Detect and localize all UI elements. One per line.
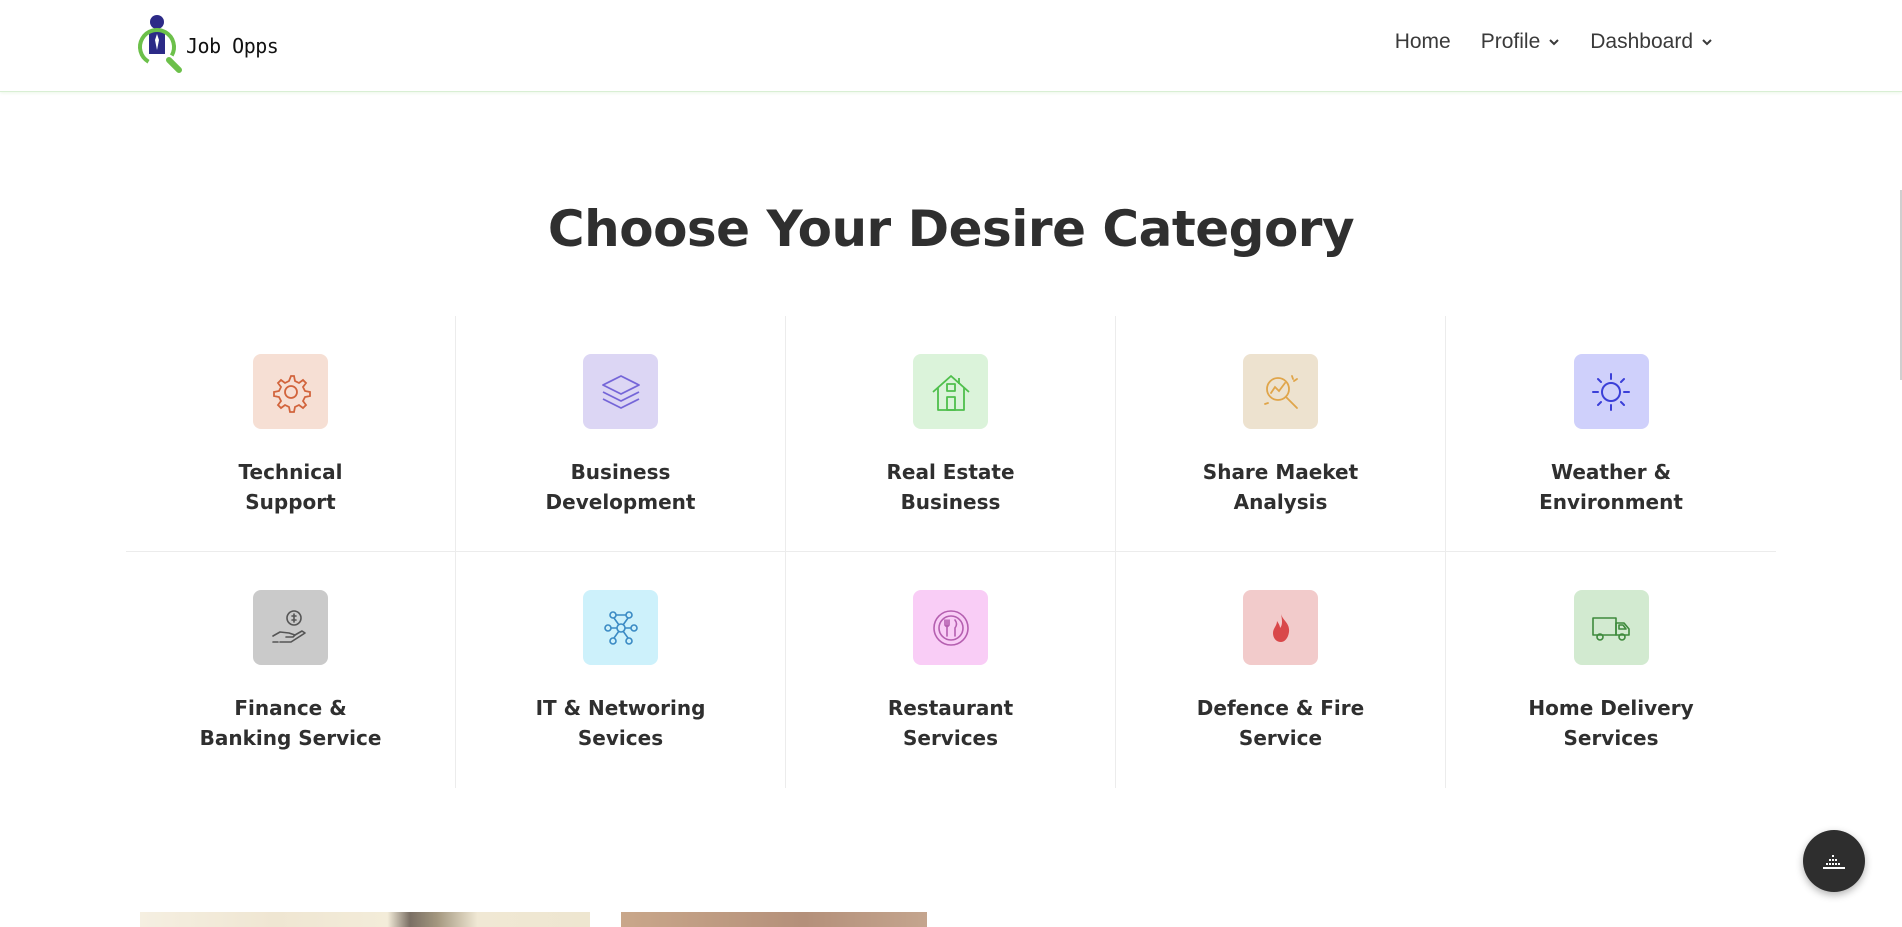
category-label: Home Delivery Services xyxy=(1528,696,1694,750)
category-icon-box xyxy=(1243,354,1318,429)
truck-icon xyxy=(1592,616,1630,641)
category-label: Defence & Fire Service xyxy=(1196,696,1365,750)
equalizer-icon xyxy=(1823,855,1845,869)
category-label: Weather & Environment xyxy=(1539,460,1683,514)
house-icon xyxy=(931,374,970,411)
category-card-business-development[interactable]: Business Development xyxy=(456,316,786,552)
category-label: Business Development xyxy=(545,460,696,514)
nav-profile-label: Profile xyxy=(1480,30,1541,53)
fire-icon xyxy=(1272,613,1289,642)
category-icon-box xyxy=(913,590,988,665)
category-label: Restaurant Services xyxy=(887,696,1014,750)
network-icon xyxy=(603,610,638,645)
category-card-share-market-analysis[interactable]: Share Maeket Analysis xyxy=(1116,316,1446,552)
category-label: Finance & Banking Service xyxy=(199,696,382,750)
plate-cutlery-icon xyxy=(932,609,969,646)
category-card-home-delivery[interactable]: Home Delivery Services xyxy=(1446,552,1776,788)
logo-mark-icon xyxy=(138,15,182,73)
section-title: Choose Your Desire Category xyxy=(547,200,1355,258)
category-card-it-networking[interactable]: IT & Networing Sevices xyxy=(456,552,786,788)
chevron-down-icon xyxy=(1702,39,1712,46)
category-card-weather-environment[interactable]: Weather & Environment xyxy=(1446,316,1776,552)
money-hand-icon xyxy=(271,609,306,643)
main-nav: Home Profile Dashboard xyxy=(1395,30,1713,54)
category-icon-box xyxy=(253,590,328,665)
category-label: Share Maeket Analysis xyxy=(1202,460,1359,514)
magnifier-chart-icon xyxy=(1263,374,1298,409)
category-card-real-estate-business[interactable]: Real Estate Business xyxy=(786,316,1116,552)
nav-home[interactable]: Home xyxy=(1395,30,1451,54)
nav-dashboard[interactable]: Dashboard xyxy=(1590,30,1713,54)
category-icon-box xyxy=(583,354,658,429)
nav-dashboard-label: Dashboard xyxy=(1590,30,1693,53)
category-icon-box xyxy=(583,590,658,665)
category-icon-box xyxy=(1573,590,1649,665)
nav-profile[interactable]: Profile xyxy=(1481,30,1561,54)
brand-logo[interactable]: Job Opps xyxy=(136,14,279,74)
category-card-defence-fire[interactable]: Defence & Fire Service xyxy=(1116,552,1446,788)
brand-name: Job Opps xyxy=(186,34,279,58)
category-card-finance-banking[interactable]: Finance & Banking Service xyxy=(126,552,456,788)
category-icon-box xyxy=(253,354,328,429)
featured-image-2 xyxy=(621,912,927,927)
category-label: Technical Support xyxy=(238,460,343,514)
sun-icon xyxy=(1592,372,1630,411)
site-header: Job Opps Home Profile Dashboard xyxy=(0,0,1902,92)
category-icon-box xyxy=(913,354,988,429)
category-label: Real Estate Business xyxy=(886,460,1015,514)
nav-home-label: Home xyxy=(1394,30,1451,53)
category-icon-box xyxy=(1573,354,1649,429)
category-grid: Technical Support Business Development Rea… xyxy=(126,316,1776,788)
gear-icon xyxy=(272,374,311,413)
category-icon-box xyxy=(1243,590,1318,665)
category-label: IT & Networing Sevices xyxy=(535,696,706,750)
category-card-restaurant-services[interactable]: Restaurant Services xyxy=(786,552,1116,788)
chat-widget-button[interactable] xyxy=(1803,830,1865,892)
featured-image-1 xyxy=(140,912,590,927)
chevron-down-icon xyxy=(1549,39,1559,46)
category-card-technical-support[interactable]: Technical Support xyxy=(126,316,456,552)
layers-icon xyxy=(601,374,640,409)
